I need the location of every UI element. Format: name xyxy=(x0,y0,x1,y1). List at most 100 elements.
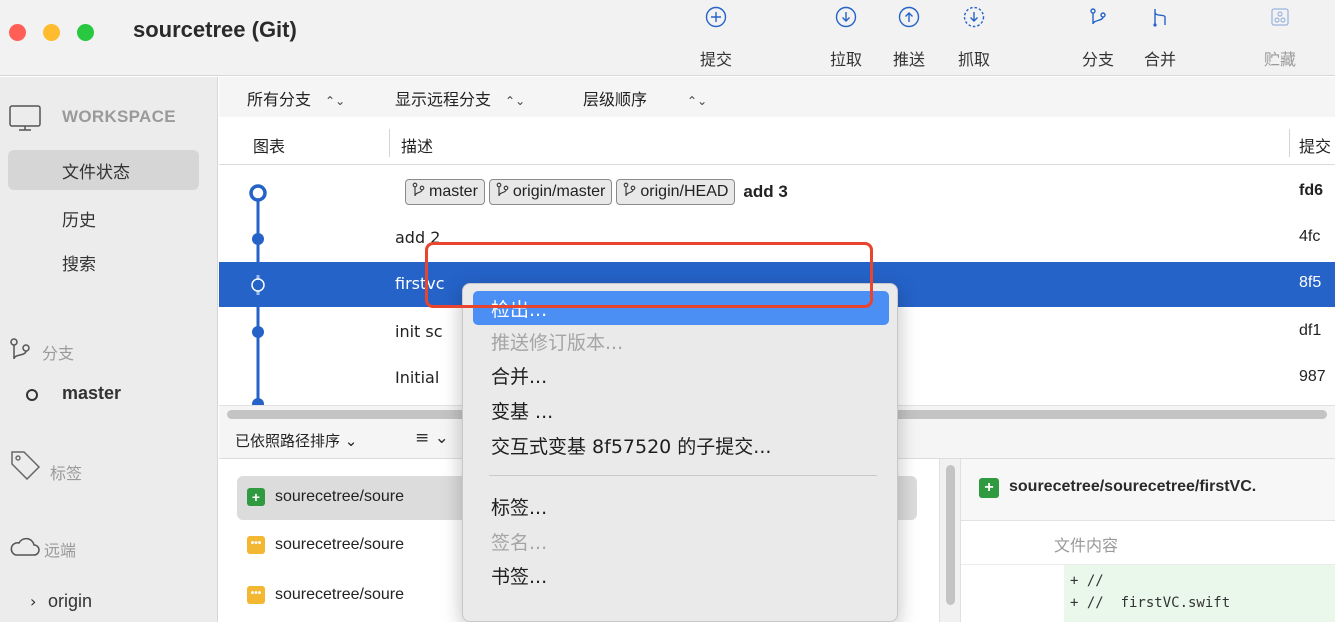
column-divider[interactable] xyxy=(389,129,390,157)
branches-filter-select[interactable]: 所有分支 ⌃⌄ xyxy=(247,86,345,110)
close-window-button[interactable] xyxy=(9,24,26,41)
branch-tag-label: master xyxy=(429,183,478,200)
current-branch-indicator-icon xyxy=(26,389,38,401)
diff-pane: + sourecetree/sourecetree/firstVC. 文件内容 … xyxy=(961,459,1335,622)
sidebar-remote-origin[interactable]: › origin xyxy=(0,583,191,622)
commit-hash: 4fc xyxy=(1299,228,1321,245)
branch-button-label: 分支 xyxy=(1081,50,1114,69)
branch-icon xyxy=(10,338,30,360)
branch-name: master xyxy=(62,383,122,403)
menu-item-label: 签名... xyxy=(491,532,548,554)
branch-tag-origin-master[interactable]: origin/master xyxy=(488,179,613,205)
file-name: sourecetree/soure xyxy=(275,536,404,553)
menu-item-bookmark[interactable]: 书签... xyxy=(473,558,889,592)
commit-row[interactable]: master origin/master origin/HEAD add 3 fd6 xyxy=(219,170,1335,215)
diff-added-line: + // xyxy=(1070,573,1104,589)
menu-item-checkout[interactable]: 检出... xyxy=(473,291,889,325)
sidebar-item-history[interactable]: 历史 xyxy=(8,198,199,238)
merge-icon xyxy=(1153,9,1166,27)
sidebar-item-label: 搜索 xyxy=(62,255,96,275)
column-header-graph[interactable]: 图表 xyxy=(253,133,285,157)
stash-button[interactable]: 贮藏 xyxy=(1248,4,1312,72)
commit-hash: 987 xyxy=(1299,368,1326,385)
commit-table-header: 图表 描述 提交 xyxy=(219,121,1335,165)
context-menu: 检出... 推送修订版本... 合并... 变基 ... 交互式变基 8f575… xyxy=(462,283,898,622)
commit-button-label: 提交 xyxy=(699,50,732,69)
diff-line-gutter xyxy=(961,565,1064,622)
diff-content-label: 文件内容 xyxy=(1054,536,1119,555)
file-name: sourecetree/soure xyxy=(275,488,404,505)
pull-button-label: 拉取 xyxy=(829,50,862,69)
branch-icon xyxy=(1090,8,1106,25)
branch-tag-label: origin/master xyxy=(512,183,606,200)
remote-branches-filter-select[interactable]: 显示远程分支 ⌃⌄ xyxy=(395,86,525,110)
push-button-label: 推送 xyxy=(892,50,925,69)
menu-item-label: 标签... xyxy=(491,497,548,519)
menu-item-rebase[interactable]: 变基 ... xyxy=(473,393,889,427)
commit-message: add 2 xyxy=(395,228,441,247)
fetch-button-label: 抓取 xyxy=(957,50,990,69)
modified-file-icon: ••• xyxy=(247,586,265,604)
commit-button[interactable]: 提交 xyxy=(684,4,748,72)
minimize-window-button[interactable] xyxy=(43,24,60,41)
commit-icon xyxy=(705,6,727,28)
modified-file-icon: ••• xyxy=(247,536,265,554)
commit-message: Initial xyxy=(395,368,440,387)
list-mode-select[interactable]: ≡ ⌄ xyxy=(415,428,449,448)
vertical-scrollbar[interactable] xyxy=(939,459,961,622)
menu-item-label: 书签... xyxy=(491,566,548,588)
menu-item-sign: 签名... xyxy=(473,524,889,558)
branch-button[interactable]: 分支 xyxy=(1066,4,1130,72)
commit-hash: fd6 xyxy=(1299,182,1323,199)
menu-item-label: 合并... xyxy=(491,366,548,388)
diff-hunk-header: 文件内容 xyxy=(961,521,1335,565)
menu-item-merge[interactable]: 合并... xyxy=(473,358,889,392)
sidebar-item-search[interactable]: 搜索 xyxy=(8,242,199,282)
order-filter-select[interactable]: 层级顺序 ⌃⌄ xyxy=(583,86,707,110)
diff-file-title: sourecetree/sourecetree/firstVC. xyxy=(1009,478,1257,495)
menu-item-label: 推送修订版本... xyxy=(491,332,624,354)
merge-button-label: 合并 xyxy=(1143,50,1176,69)
branch-tag-label: origin/HEAD xyxy=(640,183,729,200)
menu-item-push-revision: 推送修订版本... xyxy=(473,324,889,358)
workspace-header: WORKSPACE xyxy=(0,103,218,133)
sort-order-select[interactable]: 已依照路径排序 ⌄ xyxy=(235,430,357,451)
pull-button[interactable]: 拉取 xyxy=(814,4,878,72)
commit-message: init sc xyxy=(395,322,443,341)
column-header-commit[interactable]: 提交 xyxy=(1299,133,1331,157)
updown-chevron-icon: ⌃⌄ xyxy=(325,94,346,108)
monitor-icon xyxy=(9,105,41,131)
menu-item-label: 变基 ... xyxy=(491,401,554,423)
fetch-button[interactable]: 抓取 xyxy=(942,4,1006,72)
merge-button[interactable]: 合并 xyxy=(1128,4,1192,72)
menu-item-label: 交互式变基 8f57520 的子提交... xyxy=(491,436,772,458)
menu-separator xyxy=(489,475,877,476)
menu-item-tag[interactable]: 标签... xyxy=(473,489,889,523)
filter-value: 层级顺序 xyxy=(583,90,648,109)
menu-item-interactive-rebase[interactable]: 交互式变基 8f57520 的子提交... xyxy=(473,428,889,462)
added-file-icon: + xyxy=(247,488,265,506)
branch-icon xyxy=(496,182,509,197)
branch-tag-origin-head[interactable]: origin/HEAD xyxy=(616,179,736,205)
diff-added-line: + // firstVC.swift xyxy=(1070,595,1231,611)
sidebar-item-label: 文件状态 xyxy=(62,163,130,183)
commit-row[interactable]: add 2 4fc xyxy=(219,216,1335,261)
branch-tag-master[interactable]: master xyxy=(405,179,485,205)
commit-hash: 8f5 xyxy=(1299,274,1322,291)
column-header-description[interactable]: 描述 xyxy=(401,133,433,157)
sidebar-item-file-status[interactable]: 文件状态 xyxy=(8,150,199,190)
chevron-right-icon: › xyxy=(30,592,37,611)
tags-header[interactable]: 标签 xyxy=(0,448,218,483)
push-button[interactable]: 推送 xyxy=(877,4,941,72)
sidebar-branch-master[interactable]: master xyxy=(0,375,191,415)
scrollbar-thumb[interactable] xyxy=(946,465,955,605)
maximize-window-button[interactable] xyxy=(77,24,94,41)
stash-button-label: 贮藏 xyxy=(1263,50,1296,69)
remotes-header[interactable]: 远端 xyxy=(0,533,218,563)
diff-lines[interactable]: + // + // firstVC.swift xyxy=(1064,565,1335,622)
remote-name: origin xyxy=(48,591,93,611)
added-file-icon: + xyxy=(979,478,999,498)
branches-label: 分支 xyxy=(42,344,75,363)
branches-header[interactable]: 分支 xyxy=(0,336,218,366)
column-divider[interactable] xyxy=(1289,129,1290,157)
